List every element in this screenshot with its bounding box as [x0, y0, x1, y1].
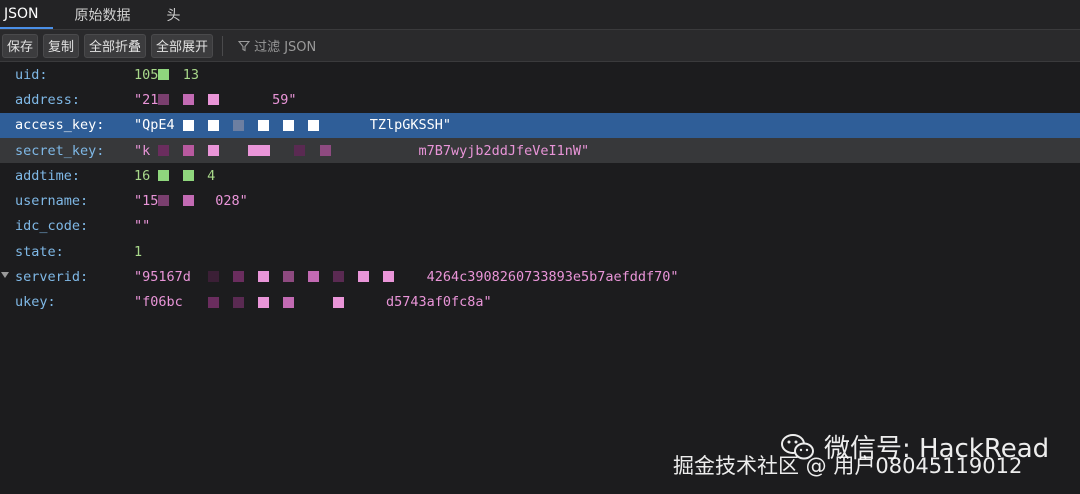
redaction-mask: [320, 144, 331, 156]
redaction-mask: [158, 94, 169, 106]
redaction-mask: [233, 271, 244, 283]
json-row-username[interactable]: username: "15 028": [0, 188, 1080, 213]
json-row-ukey[interactable]: ukey: "f06bc d5743af0fc8a": [0, 290, 1080, 315]
json-key: ukey:: [15, 294, 56, 311]
redaction-mask: [258, 271, 269, 283]
redaction-mask: [208, 119, 219, 131]
expand-all-button[interactable]: 全部展开: [151, 33, 214, 58]
json-row-address[interactable]: address: "21 59": [0, 87, 1080, 112]
json-row-secret-key[interactable]: secret_key: "k m7B7wyjb2ddJfeVeI1nW": [0, 137, 1080, 164]
redaction-mask: [233, 296, 244, 308]
json-key: uid:: [15, 66, 48, 83]
json-row-idc-code[interactable]: idc_code: "": [0, 214, 1080, 239]
redaction-mask: [333, 296, 344, 308]
json-row-uid[interactable]: uid: 105 13: [0, 62, 1080, 87]
json-key: secret_key:: [15, 142, 105, 159]
json-row-serverid[interactable]: serverid: "95167d 4264c3908260733893e5b7…: [0, 264, 1080, 289]
redaction-mask: [283, 296, 294, 308]
json-tree: uid: 105 13 address: "21 59" access_key:…: [0, 62, 1080, 315]
redaction-mask: [333, 271, 344, 283]
tab-raw-data[interactable]: 原始数据: [53, 0, 145, 29]
tab-headers[interactable]: 头: [145, 0, 195, 29]
watermark-juejin: 掘金技术社区 @ 用户08045119012: [673, 454, 1023, 478]
redaction-mask: [308, 119, 319, 131]
redaction-mask: [183, 119, 194, 131]
redaction-mask: [183, 144, 194, 156]
json-key: idc_code:: [15, 218, 89, 235]
toolbar: 保存 复制 全部折叠 全部展开 过滤 JSON: [0, 30, 1080, 62]
json-value: 1: [134, 243, 143, 260]
redaction-mask: [208, 296, 219, 308]
redaction-mask: [208, 94, 219, 106]
redaction-mask: [158, 69, 169, 80]
redaction-mask: [183, 94, 194, 106]
redaction-mask: [183, 195, 194, 207]
json-key: access_key:: [15, 117, 105, 134]
redaction-mask: [158, 144, 169, 156]
redaction-mask: [283, 271, 294, 283]
copy-button[interactable]: 复制: [43, 33, 80, 58]
redaction-mask: [233, 119, 244, 131]
json-row-state[interactable]: state: 1: [0, 239, 1080, 264]
redaction-mask: [383, 271, 394, 283]
filter-placeholder: 过滤 JSON: [254, 40, 317, 55]
json-row-addtime[interactable]: addtime: 16 4: [0, 163, 1080, 188]
redaction-mask: [208, 271, 219, 283]
redaction-mask: [258, 296, 269, 308]
tab-bar: JSON 原始数据 头: [0, 0, 1080, 30]
json-key: state:: [15, 243, 64, 260]
tab-json[interactable]: JSON: [0, 0, 53, 29]
expand-caret-icon[interactable]: [1, 272, 9, 279]
collapse-all-button[interactable]: 全部折叠: [84, 33, 147, 58]
redaction-mask: [158, 170, 169, 182]
redaction-mask: [308, 271, 319, 283]
redaction-mask: [358, 271, 369, 283]
save-button[interactable]: 保存: [2, 33, 39, 58]
filter-json-input[interactable]: 过滤 JSON: [238, 36, 316, 55]
redaction-mask: [158, 195, 169, 207]
filter-icon: [238, 40, 251, 51]
redaction-mask: [258, 119, 269, 131]
json-key: address:: [15, 91, 81, 108]
json-value: "": [134, 218, 151, 235]
json-value: "k m7B7wyjb2ddJfeVeI1nW": [134, 142, 590, 159]
json-key: addtime:: [15, 167, 81, 184]
json-value: 16 4: [134, 167, 216, 184]
json-key: serverid:: [15, 269, 89, 286]
redaction-mask: [183, 170, 194, 182]
redaction-mask: [248, 144, 270, 156]
redaction-mask: [208, 144, 219, 156]
redaction-mask: [294, 144, 305, 156]
redaction-mask: [283, 119, 294, 131]
json-key: username:: [15, 193, 89, 210]
json-row-access-key[interactable]: access_key: "QpE4 TZlpGKSSH": [0, 112, 1080, 138]
json-value: "f06bc d5743af0fc8a": [134, 294, 492, 311]
toolbar-divider: [222, 35, 224, 56]
